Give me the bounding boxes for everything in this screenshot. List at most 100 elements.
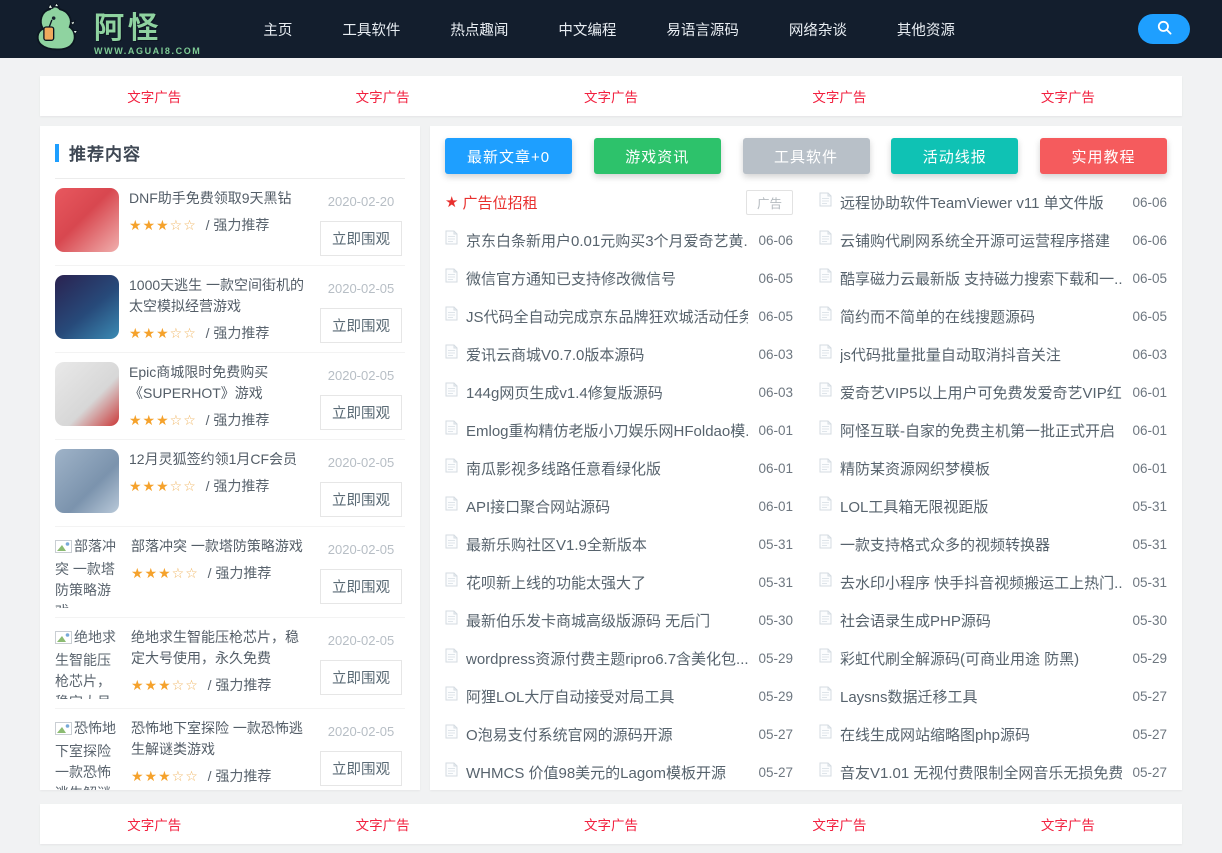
brand-url: WWW.AGUAI8.COM	[94, 47, 201, 56]
article-date: 06-06	[1132, 233, 1167, 248]
article-title-link[interactable]: 远程协助软件TeamViewer v11 单文件版	[840, 192, 1122, 213]
text-ad-link[interactable]: 文字广告	[954, 76, 1182, 116]
article-title-link[interactable]: 在线生成网站缩略图php源码	[840, 724, 1122, 745]
text-ad-link[interactable]: 文字广告	[40, 804, 268, 844]
broken-thumbnail[interactable]: 绝地求生智能压枪芯片，稳定大号使用，永久免费	[55, 627, 121, 699]
article-rating: ★★★☆☆ / 强力推荐	[129, 410, 307, 430]
document-icon	[445, 686, 458, 706]
article-title-link[interactable]: DNF助手免费领取9天黑钻	[129, 188, 307, 209]
article-title-link[interactable]: 1000天逃生 一款空间街机的太空模拟经营游戏	[129, 275, 307, 317]
article-title-link[interactable]: JS代码全自动完成京东品牌狂欢城活动任务	[466, 306, 748, 327]
nav-item[interactable]: 其他资源	[897, 19, 955, 40]
article-title-link[interactable]: 微信官方通知已支持修改微信号	[466, 268, 748, 289]
article-title-link[interactable]: 社会语录生成PHP源码	[840, 610, 1122, 631]
ad-slot-link[interactable]: 广告位招租	[462, 192, 746, 213]
text-ad-link[interactable]: 文字广告	[40, 76, 268, 116]
view-now-button[interactable]: 立即围观	[320, 751, 402, 786]
view-now-button[interactable]: 立即围观	[320, 482, 402, 517]
text-ad-link[interactable]: 文字广告	[497, 76, 725, 116]
category-button[interactable]: 实用教程	[1040, 138, 1167, 174]
article-title-link[interactable]: 绝地求生智能压枪芯片，稳定大号使用，永久免费	[131, 627, 307, 669]
document-icon	[445, 610, 458, 630]
category-button[interactable]: 最新文章+0	[445, 138, 572, 174]
article-title-link[interactable]: 简约而不简单的在线搜题源码	[840, 306, 1122, 327]
category-button[interactable]: 活动线报	[891, 138, 1018, 174]
article-title-link[interactable]: 京东白条新用户0.01元购买3个月爱奇艺黄...	[466, 230, 748, 251]
article-thumbnail[interactable]	[55, 362, 119, 426]
article-thumbnail[interactable]	[55, 188, 119, 252]
article-date: 2020-02-05	[317, 724, 405, 739]
article-title-link[interactable]: 部落冲突 一款塔防策略游戏	[131, 536, 307, 557]
article-title-link[interactable]: LOL工具箱无限视距版	[840, 496, 1122, 517]
document-icon	[819, 496, 832, 516]
article-rating: ★★★☆☆ / 强力推荐	[131, 766, 307, 786]
article-title-link[interactable]: O泡易支付系统官网的源码开源	[466, 724, 748, 745]
view-now-button[interactable]: 立即围观	[320, 308, 402, 343]
text-ad-link[interactable]: 文字广告	[725, 804, 953, 844]
article-title-link[interactable]: 恐怖地下室探险 一款恐怖逃生解谜类游戏	[131, 718, 307, 760]
article-title-link[interactable]: Laysns数据迁移工具	[840, 686, 1122, 707]
article-title-link[interactable]: 阿狸LOL大厅自动接受对局工具	[466, 686, 748, 707]
text-ad-link[interactable]: 文字广告	[725, 76, 953, 116]
article-title-link[interactable]: 爱讯云商城V0.7.0版本源码	[466, 344, 748, 365]
article-title-link[interactable]: Epic商城限时免费购买《SUPERHOT》游戏	[129, 362, 307, 404]
article-date: 05-29	[758, 689, 793, 704]
text-ad-link[interactable]: 文字广告	[268, 76, 496, 116]
broken-thumbnail[interactable]: 部落冲突 一款塔防策略游戏	[55, 536, 121, 608]
article-title-link[interactable]: API接口聚合网站源码	[466, 496, 748, 517]
nav-item[interactable]: 主页	[263, 19, 292, 40]
search-icon	[1157, 20, 1172, 38]
article-title-link[interactable]: wordpress资源付费主题ripro6.7含美化包...	[466, 648, 748, 669]
article-title-link[interactable]: 花呗新上线的功能太强大了	[466, 572, 748, 593]
article-title-link[interactable]: 12月灵狐签约领1月CF会员	[129, 449, 307, 470]
article-title-link[interactable]: 彩虹代刷全解源码(可商业用途 防黑)	[840, 648, 1122, 669]
ad-badge: 广告	[746, 190, 793, 215]
article-title-link[interactable]: 最新乐购社区V1.9全新版本	[466, 534, 748, 555]
view-now-button[interactable]: 立即围观	[320, 660, 402, 695]
view-now-button[interactable]: 立即围观	[320, 221, 402, 256]
article-date: 06-01	[1132, 385, 1167, 400]
text-ad-link[interactable]: 文字广告	[268, 804, 496, 844]
article-title-link[interactable]: Emlog重构精仿老版小刀娱乐网HFoldao模...	[466, 420, 748, 441]
article-title-link[interactable]: 酷享磁力云最新版 支持磁力搜索下载和一...	[840, 268, 1122, 289]
document-icon	[819, 344, 832, 364]
article-row: 爱讯云商城V0.7.0版本源码 06-03	[445, 335, 793, 373]
site-logo[interactable]: 阿怪 WWW.AGUAI8.COM	[30, 3, 201, 56]
article-title-link[interactable]: 去水印小程序 快手抖音视频搬运工上热门...	[840, 572, 1122, 593]
article-row: 京东白条新用户0.01元购买3个月爱奇艺黄... 06-06	[445, 221, 793, 259]
category-button[interactable]: 工具软件	[743, 138, 870, 174]
article-title-link[interactable]: 144g网页生成v1.4修复版源码	[466, 382, 748, 403]
nav-item[interactable]: 中文编程	[558, 19, 616, 40]
article-title-link[interactable]: 南瓜影视多线路任意看绿化版	[466, 458, 748, 479]
article-thumbnail[interactable]	[55, 449, 119, 513]
search-button[interactable]	[1138, 14, 1190, 44]
document-icon	[819, 382, 832, 402]
view-now-button[interactable]: 立即围观	[320, 395, 402, 430]
recommended-card: 1000天逃生 一款空间街机的太空模拟经营游戏 ★★★☆☆ / 强力推荐 202…	[55, 266, 405, 353]
article-title-link[interactable]: WHMCS 价值98美元的Lagom模板开源	[466, 762, 748, 783]
article-date: 05-27	[758, 727, 793, 742]
article-title-link[interactable]: 阿怪互联-自家的免费主机第一批正式开启	[840, 420, 1122, 441]
nav-item[interactable]: 网络杂谈	[789, 19, 847, 40]
text-ad-link[interactable]: 文字广告	[497, 804, 725, 844]
article-row: 阿狸LOL大厅自动接受对局工具 05-29	[445, 677, 793, 715]
article-title-link[interactable]: 云铺购代刷网系统全开源可运营程序搭建	[840, 230, 1122, 251]
article-title-link[interactable]: 精防某资源网织梦模板	[840, 458, 1122, 479]
star-rating-empty-icon: ☆☆	[170, 325, 197, 341]
category-button[interactable]: 游戏资讯	[594, 138, 721, 174]
article-title-link[interactable]: 音友V1.01 无视付费限制全网音乐无损免费...	[840, 762, 1122, 783]
nav-item[interactable]: 易语言源码	[666, 19, 739, 40]
nav-item[interactable]: 热点趣闻	[450, 19, 508, 40]
article-title-link[interactable]: 最新伯乐发卡商城高级版源码 无后门	[466, 610, 748, 631]
top-ad-strip: 文字广告文字广告文字广告文字广告文字广告	[40, 76, 1182, 116]
article-title-link[interactable]: 一款支持格式众多的视频转换器	[840, 534, 1122, 555]
article-thumbnail[interactable]	[55, 275, 119, 339]
document-icon	[445, 724, 458, 744]
broken-thumbnail[interactable]: 恐怖地下室探险 一款恐怖逃生解谜类游戏	[55, 718, 121, 790]
text-ad-link[interactable]: 文字广告	[954, 804, 1182, 844]
article-title-link[interactable]: 爱奇艺VIP5以上用户可免费发爱奇艺VIP红包	[840, 382, 1122, 403]
article-title-link[interactable]: js代码批量批量自动取消抖音关注	[840, 344, 1122, 365]
article-date: 05-31	[1132, 575, 1167, 590]
nav-item[interactable]: 工具软件	[342, 19, 400, 40]
view-now-button[interactable]: 立即围观	[320, 569, 402, 604]
